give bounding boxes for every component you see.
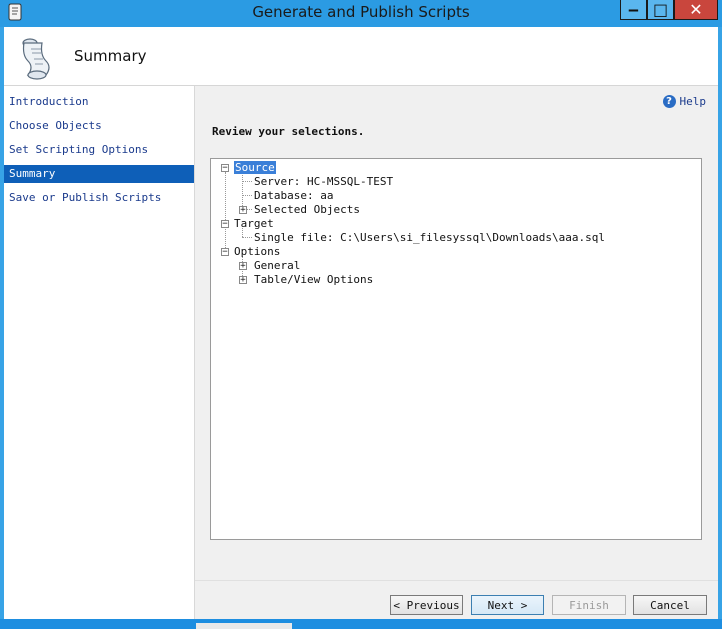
sidebar-item-save-or-publish-scripts[interactable]: Save or Publish Scripts: [4, 189, 194, 207]
summary-tree[interactable]: − Source Server: HC-MSSQL-TEST Database:…: [210, 158, 702, 540]
tree-node-server[interactable]: Server: HC-MSSQL-TEST: [254, 175, 393, 189]
sidebar-item-summary[interactable]: Summary: [4, 165, 194, 183]
finish-button[interactable]: Finish: [552, 595, 626, 615]
wizard-content: Summary Introduction Choose Objects Set …: [4, 27, 718, 619]
background-window-fragment: [196, 623, 292, 629]
close-button[interactable]: ✕: [674, 0, 718, 20]
tree-node-source[interactable]: Source: [234, 161, 276, 175]
expand-collapse-icon[interactable]: +: [239, 262, 247, 271]
tree-node-label: Database: aa: [254, 189, 334, 202]
wizard-header: Summary: [4, 27, 718, 86]
tree-node-database[interactable]: Database: aa: [254, 189, 333, 203]
title-bar[interactable]: Generate and Publish Scripts ‒ □ ✕: [0, 0, 722, 27]
sidebar-nav: Introduction Choose Objects Set Scriptin…: [4, 93, 194, 213]
previous-button[interactable]: < Previous: [390, 595, 463, 615]
expand-collapse-icon[interactable]: −: [221, 220, 229, 229]
tree-node-label: Server: HC-MSSQL-TEST: [254, 175, 394, 188]
expand-collapse-icon[interactable]: +: [239, 276, 247, 285]
sidebar-item-set-scripting-options[interactable]: Set Scripting Options: [4, 141, 194, 159]
window-bottom-border: [0, 619, 722, 629]
tree-node-general[interactable]: General: [254, 259, 300, 273]
tree-node-options[interactable]: Options: [234, 245, 280, 259]
review-heading: Review your selections.: [212, 125, 365, 138]
tree-node-selected-objects[interactable]: Selected Objects: [254, 203, 360, 217]
tree-node-label: Table/View Options: [254, 273, 374, 286]
tree-node-label: Source: [234, 161, 276, 174]
maximize-icon: □: [652, 0, 669, 19]
tree-node-label: General: [254, 259, 301, 272]
maximize-button[interactable]: □: [647, 0, 674, 20]
close-icon: ✕: [689, 0, 703, 19]
minimize-button[interactable]: ‒: [620, 0, 647, 20]
scroll-icon: [22, 38, 50, 80]
wizard-main-panel: ? Help Review your selections. − Source: [195, 86, 718, 619]
tree-node-label: Options: [234, 245, 281, 258]
expand-collapse-icon[interactable]: +: [239, 206, 247, 215]
expand-collapse-icon[interactable]: −: [221, 248, 229, 257]
sidebar-item-introduction[interactable]: Introduction: [4, 93, 194, 111]
tree-node-single-file[interactable]: Single file: C:\Users\si_filesyssql\Down…: [254, 231, 605, 245]
footer-divider: [195, 580, 718, 581]
tree-node-target[interactable]: Target: [234, 217, 274, 231]
cancel-button[interactable]: Cancel: [633, 595, 707, 615]
tree-node-label: Selected Objects: [254, 203, 360, 216]
sidebar-item-choose-objects[interactable]: Choose Objects: [4, 117, 194, 135]
help-icon: ?: [662, 95, 676, 108]
window-title: Generate and Publish Scripts: [252, 3, 470, 21]
wizard-sidebar: Introduction Choose Objects Set Scriptin…: [4, 86, 195, 619]
page-title: Summary: [74, 47, 147, 65]
expand-collapse-icon[interactable]: −: [221, 164, 229, 173]
tree-node-label: Target: [234, 217, 274, 230]
help-label: Help: [679, 95, 707, 108]
help-link[interactable]: ? Help: [662, 95, 707, 108]
minimize-icon: ‒: [627, 0, 640, 19]
tree-node-table-view-options[interactable]: Table/View Options: [254, 273, 373, 287]
wizard-window: Generate and Publish Scripts ‒ □ ✕ Summa…: [0, 0, 722, 629]
scroll-icon: [8, 3, 22, 21]
tree-node-label: Single file: C:\Users\si_filesyssql\Down…: [254, 231, 605, 244]
next-button[interactable]: Next >: [471, 595, 544, 615]
